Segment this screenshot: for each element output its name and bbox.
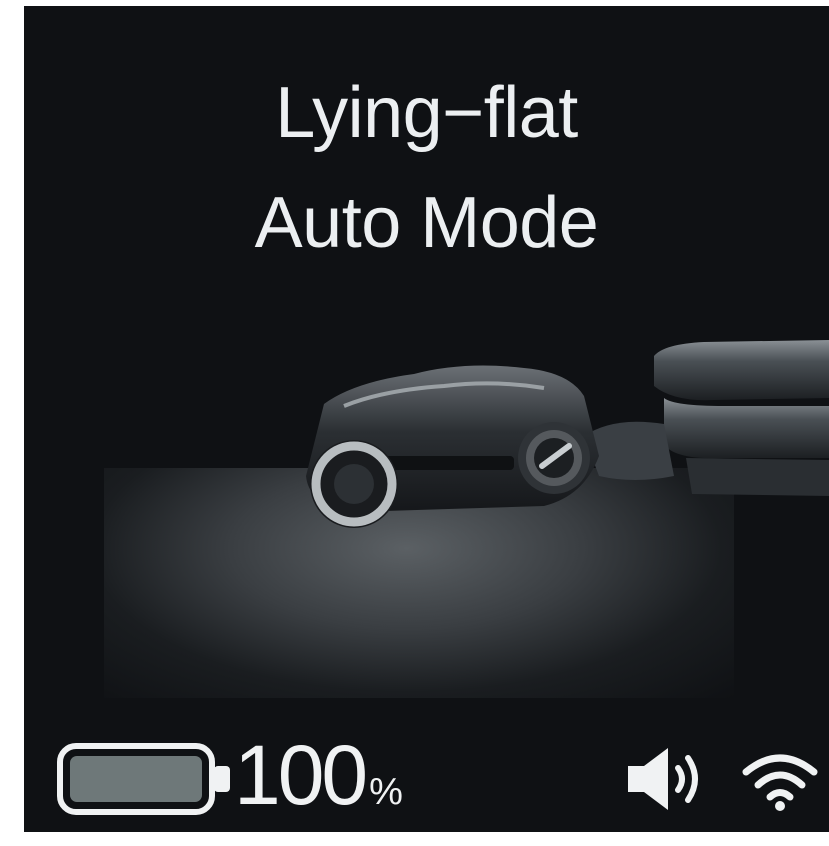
battery-unit: % — [369, 771, 403, 813]
wheel-icon — [310, 440, 398, 528]
battery-percentage: 100 % — [234, 730, 403, 820]
wifi-icon — [742, 754, 818, 811]
device-screen: Lying−flat Auto Mode 100 % — [24, 6, 829, 832]
speaker-volume-icon — [628, 748, 698, 810]
side-knob-icon — [518, 422, 590, 494]
handle-tube-icon — [584, 340, 829, 496]
battery-icon — [57, 743, 230, 815]
mode-title-line-2: Auto Mode — [254, 183, 599, 263]
battery-value: 100 — [234, 728, 368, 822]
robot-illustration — [306, 340, 829, 528]
status-bar: 100 % — [24, 706, 829, 820]
mode-title: Lying−flat Auto Mode — [24, 58, 829, 278]
mode-title-line-1: Lying−flat — [275, 73, 578, 153]
